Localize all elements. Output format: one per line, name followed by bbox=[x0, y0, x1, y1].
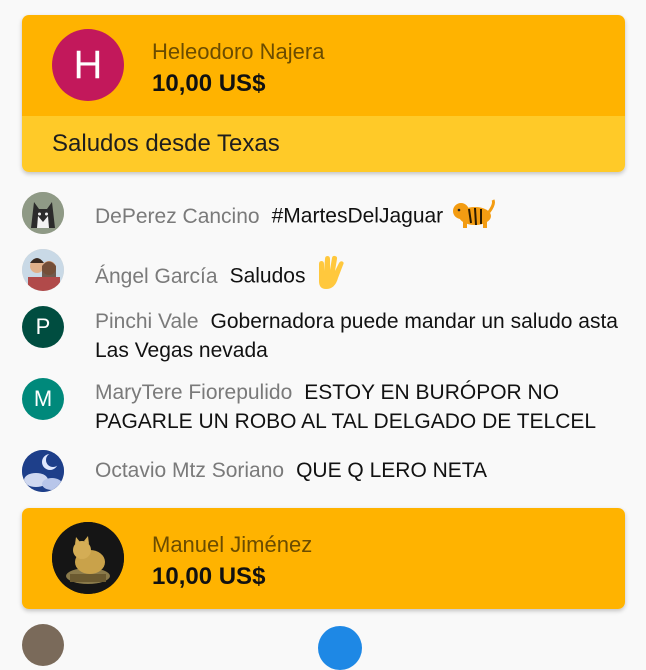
avatar[interactable] bbox=[318, 626, 362, 670]
chat-message-line: DePerez Cancino #MartesDelJaguar bbox=[95, 198, 630, 236]
chat-text: QUE Q LERO NETA bbox=[296, 459, 488, 482]
avatar-initial: H bbox=[73, 42, 103, 87]
avatar[interactable] bbox=[52, 522, 124, 594]
couple-photo-icon bbox=[22, 249, 64, 291]
superchat-message: Saludos desde Texas bbox=[52, 130, 280, 157]
chat-author[interactable]: MaryTere Fiorepulido bbox=[95, 381, 292, 404]
chat-message-line: Ángel García Saludos bbox=[95, 255, 630, 299]
chat-author[interactable]: Pinchi Vale bbox=[95, 310, 199, 333]
avatar[interactable] bbox=[22, 249, 64, 291]
avatar[interactable]: P bbox=[22, 306, 64, 348]
avatar-initial: M bbox=[33, 386, 53, 411]
avatar-initial: P bbox=[35, 314, 51, 339]
night-sky-photo-icon bbox=[22, 450, 64, 492]
chat-message-line: Pinchi Vale Gobernadora puede mandar un s… bbox=[95, 307, 630, 365]
superchat-card[interactable]: H Heleodoro Najera 10,00 US$ Saludos des… bbox=[22, 15, 625, 172]
raised-hand-icon bbox=[313, 255, 347, 299]
husky-photo-icon bbox=[22, 192, 64, 234]
chat-author[interactable]: Octavio Mtz Soriano bbox=[95, 459, 284, 482]
avatar[interactable]: H bbox=[52, 29, 124, 101]
superchat-card[interactable]: Manuel Jiménez 10,00 US$ bbox=[22, 508, 625, 609]
chat-text: Saludos bbox=[229, 264, 306, 288]
superchat-amount: 10,00 US$ bbox=[152, 563, 266, 590]
avatar[interactable] bbox=[22, 624, 64, 666]
superchat-author[interactable]: Heleodoro Najera bbox=[152, 39, 324, 65]
tiger-icon bbox=[451, 198, 496, 236]
avatar[interactable] bbox=[22, 192, 64, 234]
superchat-amount: 10,00 US$ bbox=[152, 70, 266, 97]
superchat-header: Manuel Jiménez 10,00 US$ bbox=[22, 508, 625, 609]
superchat-message-area: Saludos desde Texas bbox=[22, 116, 625, 172]
chat-author[interactable]: Ángel García bbox=[95, 265, 218, 288]
avatar[interactable] bbox=[22, 450, 64, 492]
chat-message-line: MaryTere Fiorepulido ESTOY EN BURÓPOR NO … bbox=[95, 378, 630, 436]
superchat-header: H Heleodoro Najera 10,00 US$ bbox=[22, 15, 625, 116]
chat-message-line: Octavio Mtz Soriano QUE Q LERO NETA bbox=[95, 456, 630, 485]
avatar[interactable]: M bbox=[22, 378, 64, 420]
chat-text: #MartesDelJaguar bbox=[271, 204, 444, 228]
cat-photo-icon bbox=[52, 522, 124, 594]
chat-author[interactable]: DePerez Cancino bbox=[95, 205, 260, 228]
superchat-author[interactable]: Manuel Jiménez bbox=[152, 532, 312, 558]
